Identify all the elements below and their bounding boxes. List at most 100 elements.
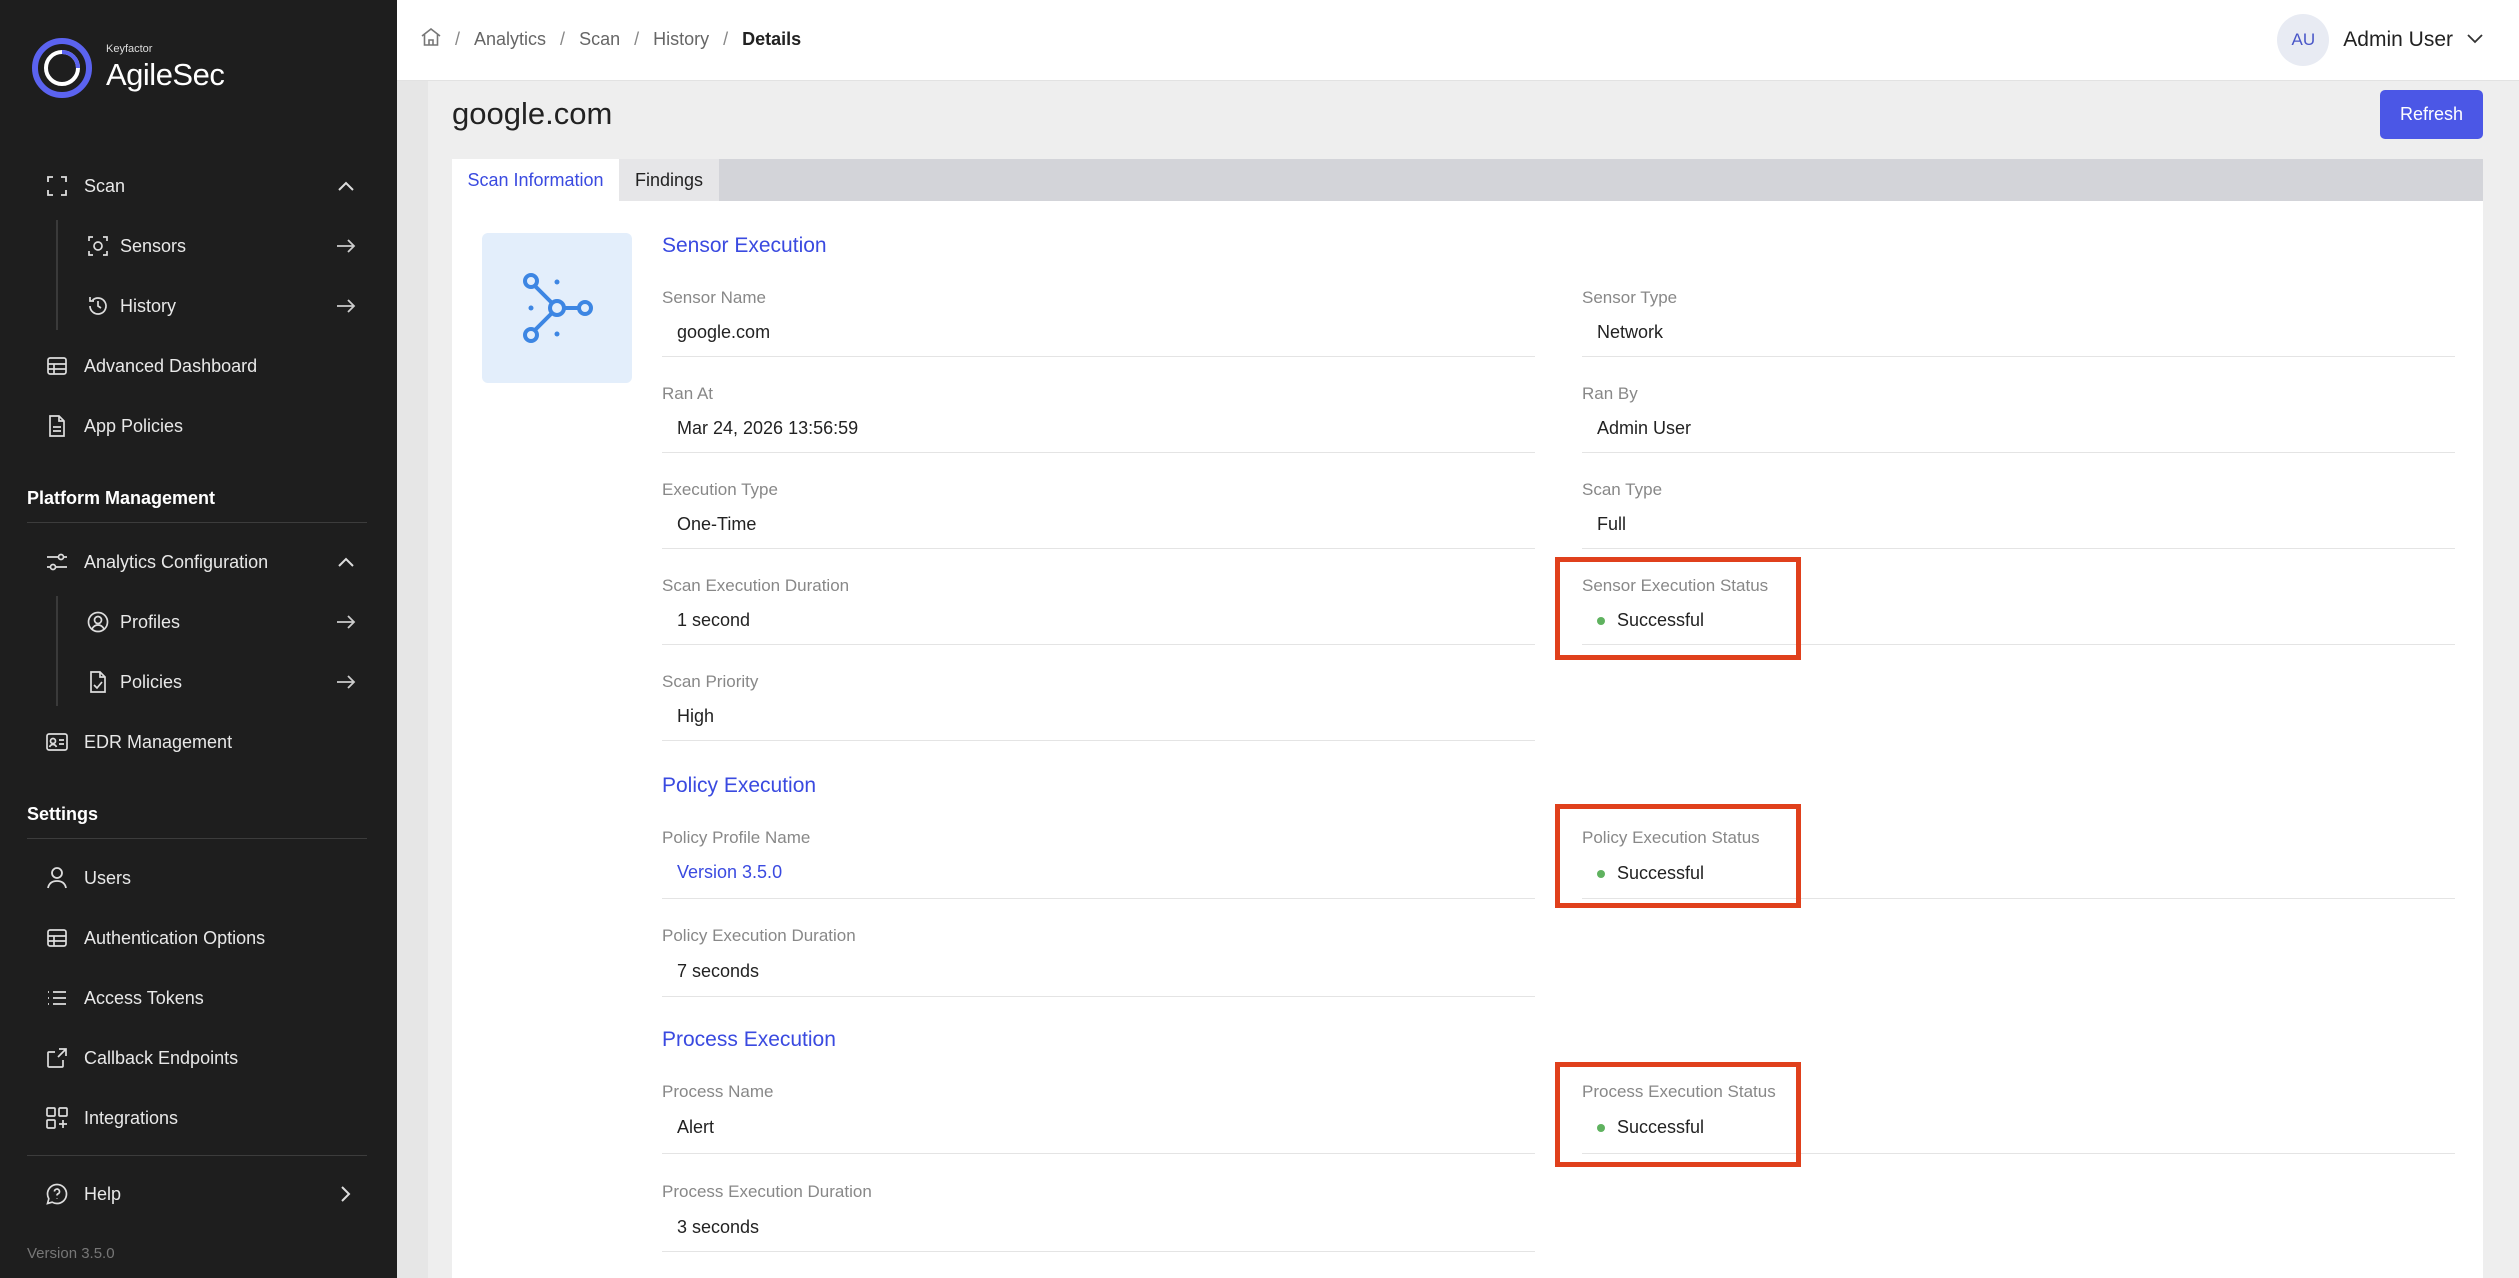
- breadcrumb-scan[interactable]: Scan: [579, 29, 620, 50]
- breadcrumb-separator: /: [723, 29, 729, 49]
- sidebar-item-analytics-configuration[interactable]: Analytics Configuration: [0, 539, 397, 585]
- breadcrumb-separator: /: [560, 29, 566, 49]
- field-label-sensor-name: Sensor Name: [662, 288, 766, 307]
- field-value-process-duration: 3 seconds: [677, 1217, 760, 1237]
- sidebar-item-label: App Policies: [84, 415, 184, 436]
- scan-frame-icon: [46, 175, 68, 197]
- sidebar-item-label: Users: [84, 867, 132, 888]
- refresh-button[interactable]: Refresh: [2380, 90, 2483, 139]
- user-menu[interactable]: AU Admin User: [2277, 14, 2483, 66]
- field-value-policy-duration: 7 seconds: [677, 961, 760, 981]
- field-divider: [662, 644, 1535, 645]
- field-value-execution-type: One-Time: [677, 514, 757, 534]
- chevron-up-icon[interactable]: [335, 175, 357, 197]
- avatar: AU: [2277, 14, 2330, 66]
- sidebar-item-label: Callback Endpoints: [84, 1047, 239, 1068]
- sidebar-item-profiles[interactable]: Profiles: [0, 599, 397, 645]
- field-divider: [662, 996, 1535, 997]
- user-name: Admin User: [2343, 28, 2453, 51]
- callback-icon: [46, 1047, 68, 1069]
- breadcrumb: / Analytics / Scan / History / Details: [421, 27, 802, 51]
- field-divider: [1582, 548, 2455, 549]
- topbar: / Analytics / Scan / History / Details A…: [397, 0, 2519, 81]
- brand-sub: Keyfactor: [106, 43, 153, 55]
- sensor-icon: [87, 235, 109, 257]
- sidebar-item-label: Sensors: [120, 235, 187, 256]
- brand-name: AgileSec: [106, 57, 225, 92]
- sidebar-item-history[interactable]: History: [0, 283, 397, 329]
- field-value-scan-priority: High: [677, 706, 715, 726]
- brand-logo[interactable]: Keyfactor AgileSec: [30, 36, 225, 100]
- sidebar-item-integrations[interactable]: Integrations: [0, 1095, 397, 1141]
- home-icon[interactable]: [421, 27, 441, 51]
- field-divider: [662, 1153, 1535, 1154]
- history-icon: [87, 295, 109, 317]
- id-card-icon: [46, 731, 68, 753]
- integrations-icon: [46, 1107, 68, 1129]
- sidebar-item-label: EDR Management: [84, 731, 233, 752]
- field-divider: [1582, 452, 2455, 453]
- sidebar-item-users[interactable]: Users: [0, 855, 397, 901]
- chevron-right-icon: [335, 1183, 357, 1205]
- breadcrumb-details: Details: [742, 29, 802, 49]
- list-icon: [46, 987, 68, 1009]
- user-circle-icon: [87, 611, 109, 633]
- divider: [27, 1155, 367, 1156]
- tab-bar: Scan Information Findings: [452, 159, 2483, 201]
- tab-scan-information[interactable]: Scan Information: [452, 159, 619, 201]
- sidebar-item-policies[interactable]: Policies: [0, 659, 397, 705]
- tab-findings[interactable]: Findings: [619, 159, 719, 201]
- sidebar: Keyfactor AgileSec Scan Sensors History …: [0, 0, 397, 1278]
- field-divider: [662, 898, 1535, 899]
- sidebar-item-advanced-dashboard[interactable]: Advanced Dashboard: [0, 343, 397, 389]
- sidebar-item-label: Integrations: [84, 1107, 179, 1128]
- sidebar-item-callback-endpoints[interactable]: Callback Endpoints: [0, 1035, 397, 1081]
- field-label-process-name: Process Name: [662, 1082, 774, 1101]
- field-label-process-duration: Process Execution Duration: [662, 1182, 872, 1201]
- scroll-gutter: [397, 81, 428, 1278]
- field-value-scan-type: Full: [1597, 514, 1627, 534]
- field-label-policy-profile: Policy Profile Name: [662, 828, 811, 847]
- divider: [27, 838, 367, 839]
- sidebar-item-label: Policies: [120, 671, 183, 692]
- chevron-down-icon: [2467, 31, 2483, 49]
- sensor-network-icon: [482, 233, 632, 383]
- highlight-box-sensor-status: [1555, 557, 1801, 660]
- breadcrumb-analytics[interactable]: Analytics: [474, 29, 546, 50]
- document-icon: [46, 415, 68, 437]
- sidebar-item-scan[interactable]: Scan: [0, 163, 397, 209]
- sidebar-item-authentication-options[interactable]: Authentication Options: [0, 915, 397, 961]
- highlight-box-policy-status: [1555, 804, 1801, 908]
- sidebar-item-label: Profiles: [120, 611, 181, 632]
- field-value-sensor-type: Network: [1597, 322, 1664, 342]
- field-label-scan-duration: Scan Execution Duration: [662, 576, 850, 595]
- section-title-platform-management: Platform Management: [27, 488, 216, 508]
- section-heading-sensor-execution: Sensor Execution: [662, 234, 827, 257]
- field-value-ran-at: Mar 24, 2026 13:56:59: [677, 418, 859, 438]
- sidebar-item-label: History: [120, 295, 177, 316]
- field-value-process-name: Alert: [677, 1117, 715, 1137]
- sidebar-item-label: Help: [84, 1183, 122, 1204]
- policy-profile-link[interactable]: Version 3.5.0: [677, 862, 782, 883]
- sidebar-item-access-tokens[interactable]: Access Tokens: [0, 975, 397, 1021]
- sidebar-item-edr-management[interactable]: EDR Management: [0, 719, 397, 765]
- page-title: google.com: [452, 96, 613, 131]
- field-divider: [662, 740, 1535, 741]
- agilesec-logo-icon: [32, 38, 92, 98]
- field-divider: [662, 452, 1535, 453]
- divider: [27, 522, 367, 523]
- sidebar-item-sensors[interactable]: Sensors: [0, 223, 397, 269]
- chevron-up-icon[interactable]: [335, 551, 357, 573]
- sidebar-item-app-policies[interactable]: App Policies: [0, 403, 397, 449]
- policy-document-icon: [87, 671, 109, 693]
- highlight-box-process-status: [1555, 1062, 1801, 1167]
- arrow-right-icon: [335, 235, 357, 257]
- sidebar-item-help[interactable]: Help: [0, 1171, 397, 1217]
- breadcrumb-history[interactable]: History: [653, 29, 709, 50]
- breadcrumb-separator: /: [634, 29, 640, 49]
- breadcrumb-separator: /: [455, 29, 461, 49]
- table-icon: [46, 927, 68, 949]
- field-label-ran-at: Ran At: [662, 384, 714, 403]
- field-label-scan-priority: Scan Priority: [662, 672, 759, 691]
- section-heading-policy-execution: Policy Execution: [662, 774, 817, 797]
